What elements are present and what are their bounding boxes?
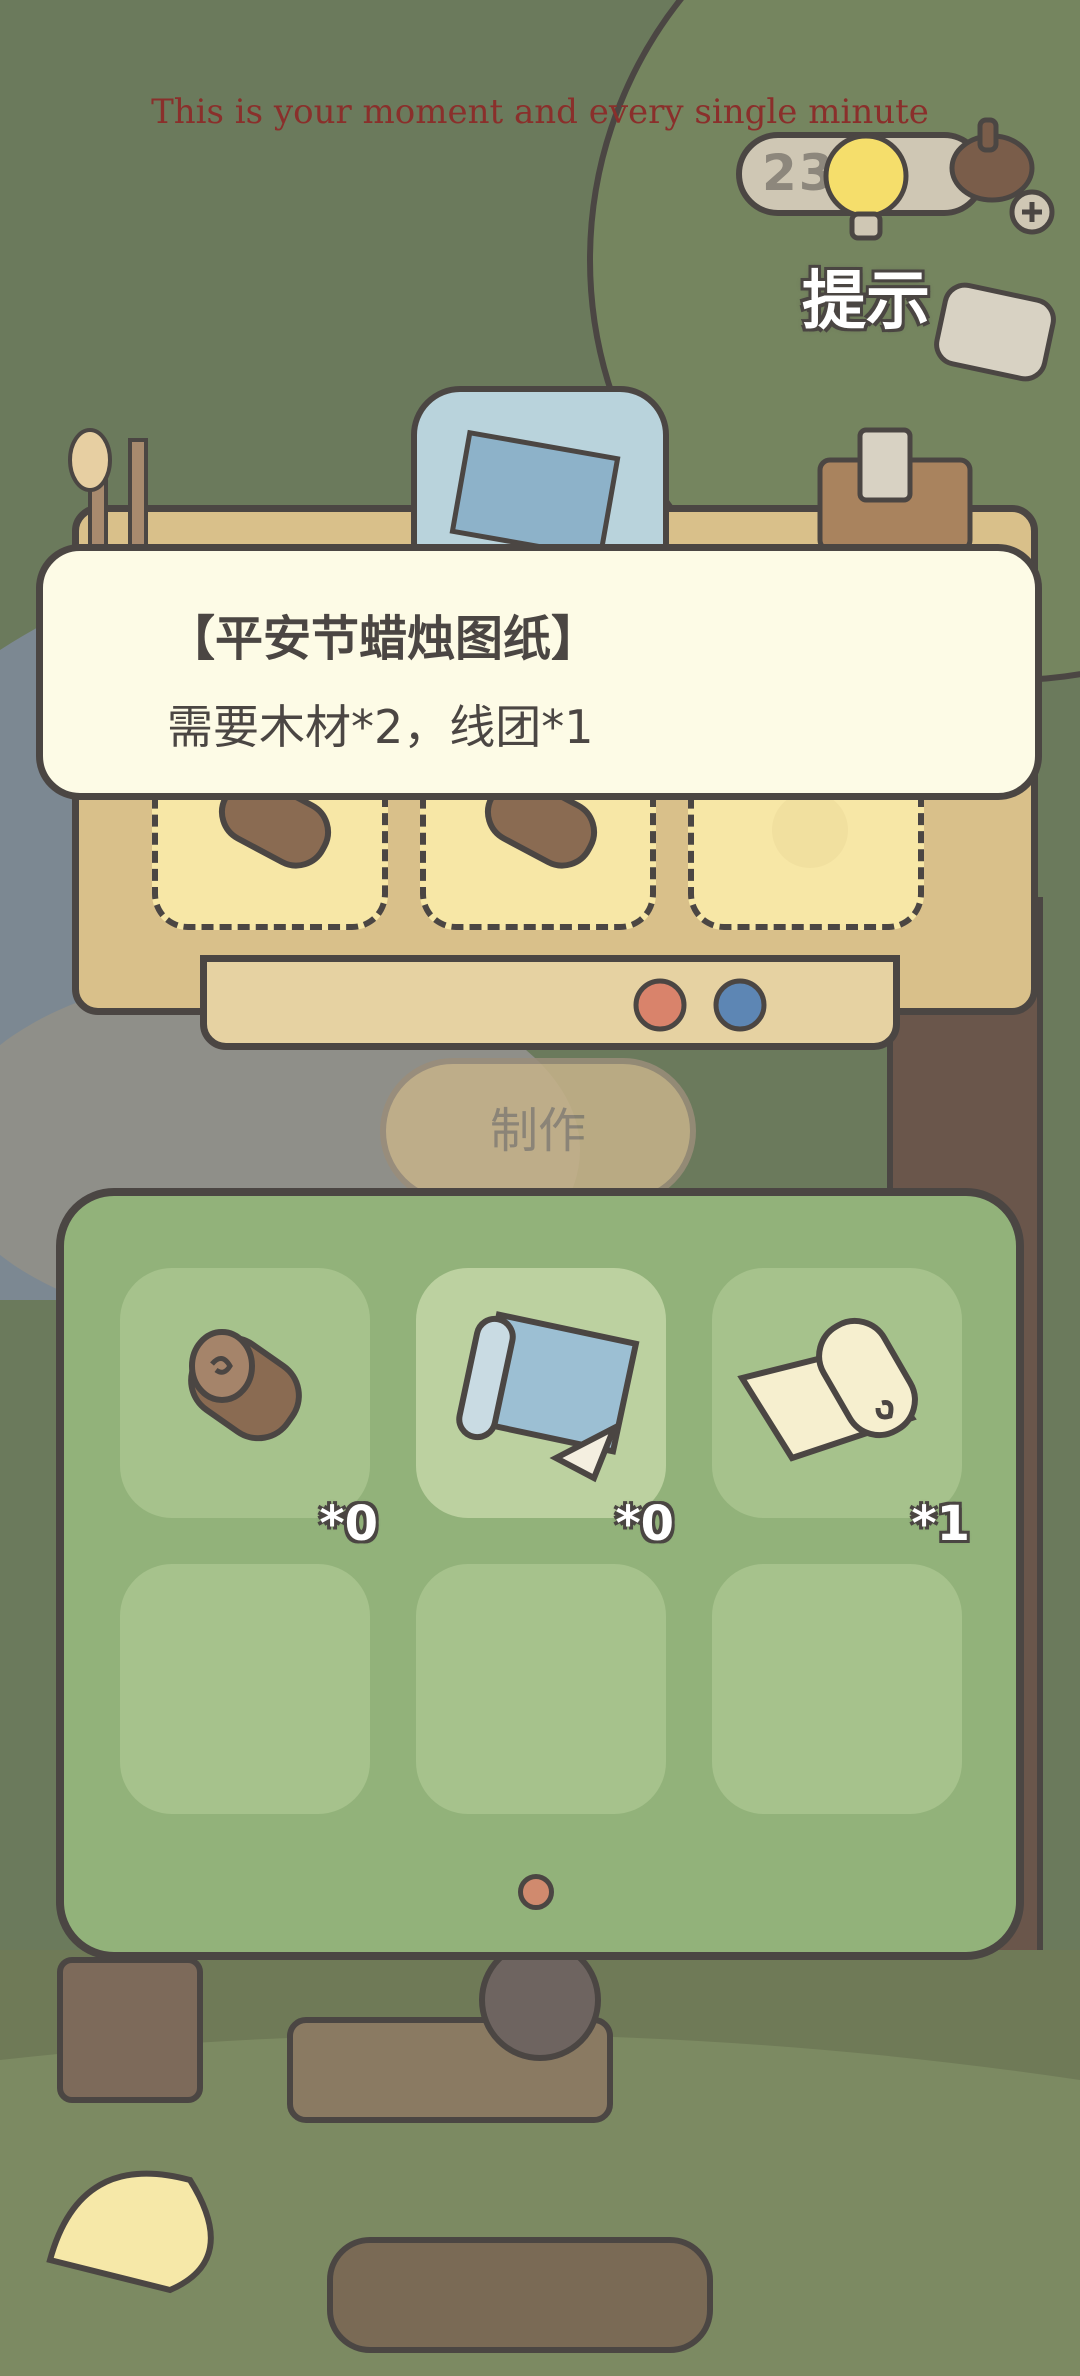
slot-yarn-placeholder-icon <box>772 792 848 868</box>
hint-button[interactable]: 提示 <box>802 250 930 342</box>
tool-box-icon <box>817 427 973 550</box>
acorn-add-icon[interactable] <box>940 110 1060 240</box>
inventory-qty-wood: *0 <box>319 1496 379 1552</box>
candle-blueprint-icon <box>456 1311 640 1483</box>
recipe-requirement: 需要木材*2，线团*1 <box>167 700 594 754</box>
workbench-drawer <box>200 955 900 1050</box>
brush-pot-icon <box>68 428 148 550</box>
wood-log-icon <box>188 1329 302 1442</box>
recipe-card: 【平安节蜡烛图纸】 需要木材*2，线团*1 <box>36 544 1042 800</box>
inventory-slot-paper[interactable]: *1 <box>712 1268 970 1552</box>
inventory-slot-empty-6[interactable] <box>712 1564 962 1814</box>
inventory-slot-empty-5[interactable] <box>416 1564 666 1814</box>
hint-hand-icon <box>934 282 1056 382</box>
make-button[interactable]: 制作 <box>380 1058 696 1204</box>
blueprint-tab-icon <box>411 386 669 565</box>
recipe-title: 【平安节蜡烛图纸】 <box>167 611 600 667</box>
game-scene: This is your moment and every single min… <box>0 0 1080 2376</box>
inventory-qty-paper: *1 <box>911 1496 971 1552</box>
page-indicator-dot[interactable] <box>518 1874 554 1910</box>
inventory-slot-wood[interactable]: *0 <box>120 1268 378 1552</box>
inventory-slot-blueprint[interactable]: *0 <box>416 1268 674 1552</box>
inventory-panel: *0 *0 *1 <box>56 1188 1024 1960</box>
motto-text: This is your moment and every single min… <box>151 92 929 132</box>
lightbulb-icon <box>823 133 909 241</box>
inventory-slot-empty-4[interactable] <box>120 1564 370 1814</box>
paper-scroll-icon <box>737 1317 918 1462</box>
inventory-qty-blueprint: *0 <box>615 1496 675 1552</box>
yarn-balls-icon <box>633 978 767 1032</box>
